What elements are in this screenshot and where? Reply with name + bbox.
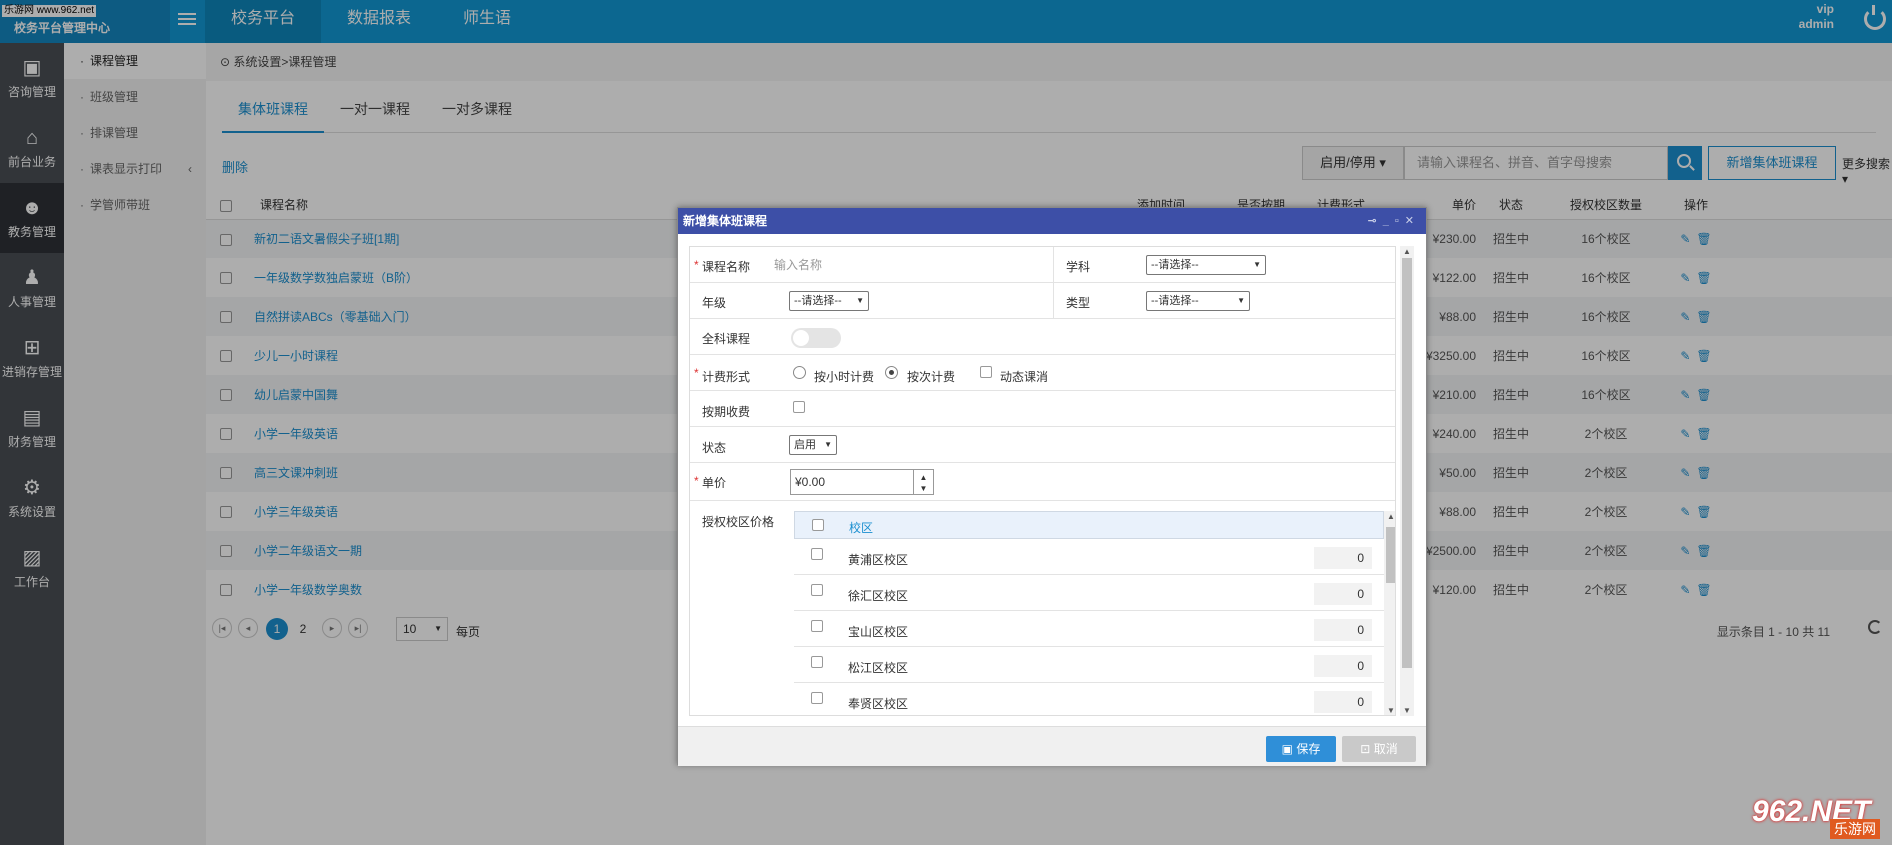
campus-list-header: 校区: [794, 511, 1384, 539]
campus-price-input[interactable]: 0: [1314, 583, 1372, 605]
campus-checkbox[interactable]: [811, 692, 823, 704]
window-controls[interactable]: ⊸_▫✕: [1368, 208, 1420, 234]
dialog-title: 新增集体班课程: [683, 214, 768, 228]
save-icon: ▣: [1281, 742, 1293, 756]
campus-scrollbar[interactable]: ▲ ▼: [1384, 511, 1395, 715]
label-full-subject: 全科课程: [702, 332, 751, 346]
row-name-subject: * 课程名称 输入名称 学科 --请选择--: [690, 247, 1395, 283]
label-status: 状态: [702, 441, 727, 455]
price-input[interactable]: ¥0.00: [790, 469, 914, 495]
row-grade-type: 年级 --请选择-- 类型 --请选择--: [690, 283, 1395, 319]
subject-select[interactable]: --请选择--: [1146, 255, 1266, 275]
row-full-subject: 全科课程: [690, 319, 1395, 355]
label-price: 单价: [702, 476, 727, 490]
label-type: 类型: [1066, 296, 1091, 310]
campus-row: 松江区校区 0: [794, 647, 1384, 683]
dialog-footer: ▣ 保存 ⊡ 取消: [678, 726, 1426, 766]
cancel-button[interactable]: ⊡ 取消: [1342, 736, 1416, 762]
campus-price-list: 校区 黄浦区校区 0 徐汇区校区 0 宝山区校区 0 松江区校区 0 奉贤区校区 0: [794, 511, 1384, 715]
campus-price-input[interactable]: 0: [1314, 547, 1372, 569]
label-course-name: 课程名称: [702, 260, 751, 274]
campus-checkbox[interactable]: [811, 548, 823, 560]
status-select[interactable]: 启用: [789, 435, 837, 455]
dialog-form: * 课程名称 输入名称 学科 --请选择-- 年级 --请选择-- 类型 --请…: [689, 246, 1396, 716]
full-subject-toggle[interactable]: [791, 328, 841, 348]
periodic-checkbox[interactable]: [793, 401, 805, 413]
row-billing: * 计费形式 按小时计费 按次计费 动态课消: [690, 355, 1395, 391]
campus-row: 徐汇区校区 0: [794, 575, 1384, 611]
campus-checkbox[interactable]: [811, 584, 823, 596]
cancel-icon: ⊡: [1360, 742, 1371, 756]
campus-checkbox[interactable]: [811, 620, 823, 632]
row-status: 状态 启用: [690, 427, 1395, 463]
row-periodic: 按期收费: [690, 391, 1395, 427]
label-subject: 学科: [1066, 260, 1091, 274]
campus-row: 宝山区校区 0: [794, 611, 1384, 647]
label-billing: 计费形式: [702, 370, 751, 384]
campus-price-input[interactable]: 0: [1314, 619, 1372, 641]
campus-checkbox[interactable]: [811, 656, 823, 668]
dynamic-consume-checkbox[interactable]: [980, 366, 992, 378]
dialog-header: 新增集体班课程 ⊸_▫✕: [678, 208, 1426, 234]
campus-price-input[interactable]: 0: [1314, 691, 1372, 713]
campus-price-input[interactable]: 0: [1314, 655, 1372, 677]
label-periodic: 按期收费: [702, 405, 751, 419]
dialog-scrollbar[interactable]: ▲ ▼: [1400, 246, 1414, 716]
grade-select[interactable]: --请选择--: [789, 291, 869, 311]
watermark-logo: 962.NET 乐游网: [1752, 795, 1886, 841]
price-stepper[interactable]: ▲ ▼: [914, 469, 934, 495]
campus-row: 黄浦区校区 0: [794, 539, 1384, 575]
label-grade: 年级: [702, 296, 727, 310]
add-course-dialog: 新增集体班课程 ⊸_▫✕ * 课程名称 输入名称 学科 --请选择-- 年级 -…: [677, 207, 1427, 766]
save-button[interactable]: ▣ 保存: [1266, 736, 1336, 762]
campus-row: 奉贤区校区 0: [794, 683, 1384, 715]
row-campus-price: 授权校区价格 校区 黄浦区校区 0 徐汇区校区 0 宝山区校区 0 松江区校区 0 奉贤…: [690, 501, 1395, 715]
label-campus-price: 授权校区价格: [702, 515, 775, 529]
campus-select-all-checkbox[interactable]: [812, 519, 824, 531]
row-price: * 单价 ¥0.00 ▲ ▼: [690, 463, 1395, 501]
type-select[interactable]: --请选择--: [1146, 291, 1250, 311]
billing-hour-radio[interactable]: [793, 366, 806, 379]
billing-session-radio[interactable]: [885, 366, 898, 379]
course-name-input[interactable]: 输入名称: [770, 254, 978, 276]
